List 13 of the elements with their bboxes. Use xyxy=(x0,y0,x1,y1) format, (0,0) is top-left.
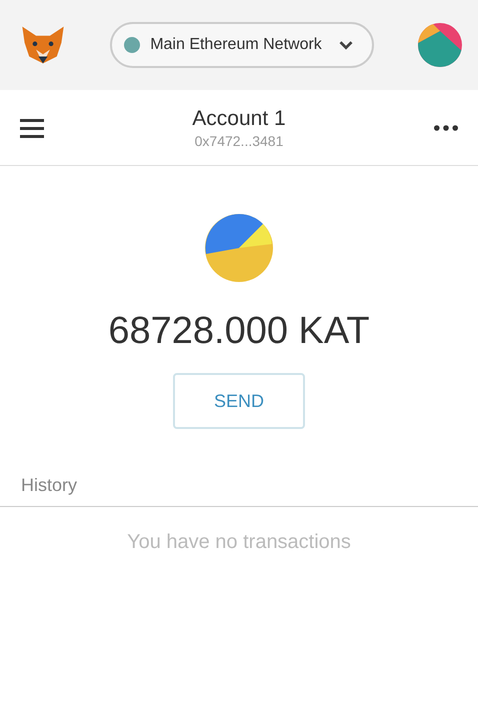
avatar-icon[interactable] xyxy=(418,23,462,67)
menu-icon[interactable] xyxy=(20,118,44,138)
chevron-down-icon xyxy=(338,40,354,50)
network-selector[interactable]: Main Ethereum Network xyxy=(110,22,374,68)
account-name: Account 1 xyxy=(192,106,286,130)
history-heading: History xyxy=(21,475,78,495)
empty-message: You have no transactions xyxy=(127,531,351,553)
send-button[interactable]: SEND xyxy=(173,373,305,429)
balance: 68728.000 KAT xyxy=(108,310,370,353)
fox-icon xyxy=(20,24,66,66)
token-icon xyxy=(205,214,273,282)
more-icon[interactable] xyxy=(434,124,458,130)
account-address: 0x7472...3481 xyxy=(194,132,284,148)
